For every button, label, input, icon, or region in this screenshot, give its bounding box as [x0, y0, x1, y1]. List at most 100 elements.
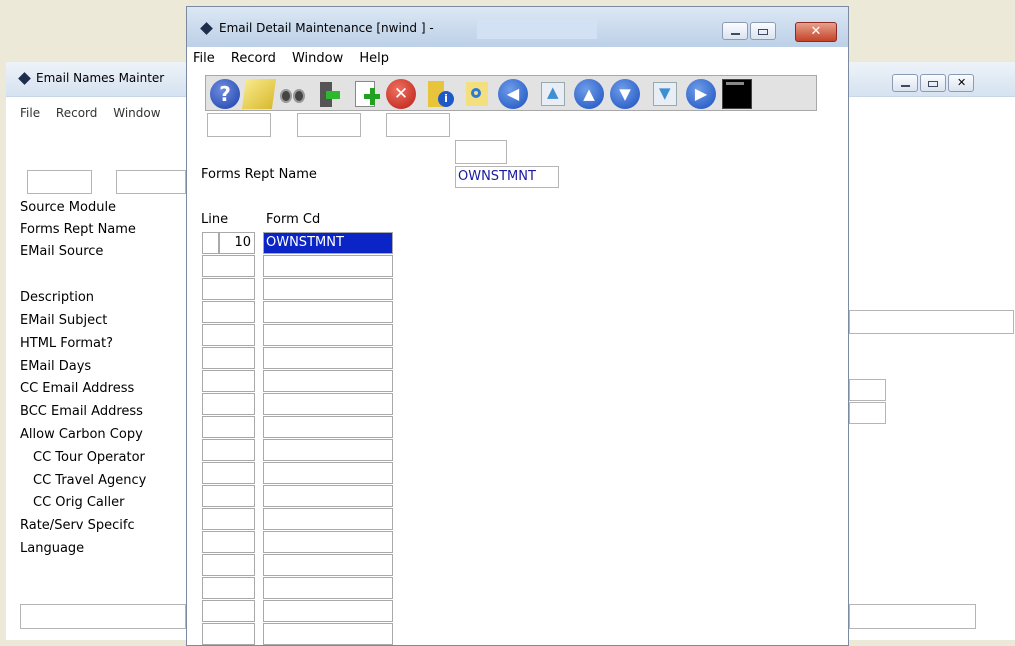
line-cell[interactable] — [202, 301, 255, 323]
maximize-button[interactable] — [750, 22, 776, 40]
form-cd-cell[interactable] — [263, 531, 393, 553]
form-cd-cell[interactable] — [263, 462, 393, 484]
line-cell[interactable] — [202, 508, 255, 530]
line-cell[interactable] — [202, 577, 255, 599]
bg-window-title: Email Names Mainter — [36, 71, 165, 85]
line-cell[interactable]: 10 — [219, 232, 255, 254]
email-subject-input[interactable] — [849, 310, 1014, 334]
minimize-button[interactable] — [892, 74, 918, 92]
label-html-format: HTML Format? — [20, 336, 114, 351]
app-icon — [18, 72, 31, 85]
menu-help[interactable]: Help — [359, 51, 389, 66]
line-cell[interactable] — [202, 623, 255, 645]
refresh-arrow — [471, 88, 481, 98]
close-button[interactable]: ✕ — [795, 22, 837, 42]
line-cell[interactable] — [202, 485, 255, 507]
menu-window[interactable]: Window — [113, 106, 160, 120]
maximize-button[interactable] — [920, 74, 946, 92]
menu-file[interactable]: File — [20, 106, 40, 120]
line-cell[interactable] — [202, 278, 255, 300]
title-redacted-region — [477, 19, 597, 39]
menu-record[interactable]: Record — [231, 51, 276, 66]
notepad-icon[interactable] — [241, 79, 277, 109]
maximize-icon — [758, 29, 768, 35]
bg-key-field-1[interactable] — [27, 170, 92, 194]
form-cd-cell[interactable] — [263, 278, 393, 300]
line-cell[interactable] — [202, 600, 255, 622]
line-cell[interactable] — [202, 439, 255, 461]
close-button[interactable]: ✕ — [948, 74, 974, 92]
binoculars-icon[interactable] — [278, 79, 308, 109]
form-cd-cell[interactable] — [263, 255, 393, 277]
label-cc-email-address: CC Email Address — [20, 381, 135, 396]
terminal-icon[interactable] — [722, 79, 752, 109]
label-forms-rept-name: Forms Rept Name — [20, 222, 136, 237]
prev-page-arrow: ▲ — [547, 83, 559, 101]
plus-v — [370, 88, 375, 105]
minimize-icon — [901, 85, 910, 87]
bg-key-field-2[interactable] — [116, 170, 186, 194]
form-cd-cell[interactable] — [263, 600, 393, 622]
add-record-icon[interactable] — [352, 79, 382, 109]
prev-page-icon[interactable]: ▲ — [538, 79, 568, 109]
last-record-icon[interactable]: ▶ — [686, 79, 716, 109]
form-cd-cell-selected[interactable]: OWNSTMNT — [263, 232, 393, 254]
key-field-4[interactable] — [455, 140, 507, 164]
form-cd-cell[interactable] — [263, 508, 393, 530]
forms-rept-name-input[interactable]: OWNSTMNT — [455, 166, 559, 188]
line-cell[interactable] — [202, 347, 255, 369]
label-source-module: Source Module — [20, 200, 117, 215]
line-cell[interactable] — [202, 416, 255, 438]
previous-record-icon[interactable]: ▲ — [574, 79, 604, 109]
grid-header-line: Line — [201, 212, 229, 227]
cc-email-address-input[interactable] — [849, 379, 886, 401]
delete-record-icon[interactable]: ✕ — [386, 79, 416, 109]
info-badge: i — [438, 91, 454, 107]
info-icon[interactable]: i — [426, 79, 456, 109]
form-cd-cell[interactable] — [263, 554, 393, 576]
exit-icon[interactable] — [312, 79, 342, 109]
exit-arrow — [326, 91, 340, 99]
menu-window[interactable]: Window — [292, 51, 343, 66]
label-email-days: EMail Days — [20, 359, 92, 374]
label-cc-travel-agency: CC Travel Agency — [33, 473, 147, 488]
form-cd-cell[interactable] — [263, 393, 393, 415]
line-cell[interactable] — [202, 531, 255, 553]
minimize-button[interactable] — [722, 22, 748, 40]
fg-window-titlebar[interactable]: Email Detail Maintenance [nwind ] - ✕ — [187, 7, 848, 47]
line-cell[interactable] — [202, 462, 255, 484]
refresh-icon[interactable] — [462, 79, 492, 109]
next-record-icon[interactable]: ▼ — [610, 79, 640, 109]
menu-file[interactable]: File — [193, 51, 215, 66]
next-page-icon[interactable]: ▼ — [650, 79, 680, 109]
line-cell[interactable] — [202, 324, 255, 346]
line-cell[interactable] — [202, 255, 255, 277]
first-record-icon[interactable]: ◀ — [498, 79, 528, 109]
bcc-email-address-input[interactable] — [849, 402, 886, 424]
menu-record[interactable]: Record — [56, 106, 97, 120]
toolbar: ? ✕ i ◀ ▲ ▲ ▼ ▼ ▶ — [205, 75, 817, 111]
form-cd-cell[interactable] — [263, 577, 393, 599]
label-cc-orig-caller: CC Orig Caller — [33, 495, 125, 510]
line-cell[interactable] — [202, 393, 255, 415]
form-cd-cell[interactable] — [263, 623, 393, 645]
form-cd-cell[interactable] — [263, 324, 393, 346]
key-field-2[interactable] — [297, 113, 361, 137]
form-cd-cell[interactable] — [263, 485, 393, 507]
close-icon: ✕ — [957, 76, 967, 89]
form-cd-cell[interactable] — [263, 347, 393, 369]
form-cd-cell[interactable] — [263, 416, 393, 438]
form-cd-cell[interactable] — [263, 301, 393, 323]
form-cd-cell[interactable] — [263, 370, 393, 392]
app-icon — [200, 22, 213, 35]
row-selector[interactable] — [202, 232, 219, 254]
label-description: Description — [20, 290, 95, 305]
key-field-3[interactable] — [386, 113, 450, 137]
line-cell[interactable] — [202, 554, 255, 576]
label-bcc-email-address: BCC Email Address — [20, 404, 143, 419]
key-field-1[interactable] — [207, 113, 271, 137]
binoculars-lens-right — [293, 89, 305, 103]
line-cell[interactable] — [202, 370, 255, 392]
help-icon[interactable]: ? — [210, 79, 240, 109]
form-cd-cell[interactable] — [263, 439, 393, 461]
